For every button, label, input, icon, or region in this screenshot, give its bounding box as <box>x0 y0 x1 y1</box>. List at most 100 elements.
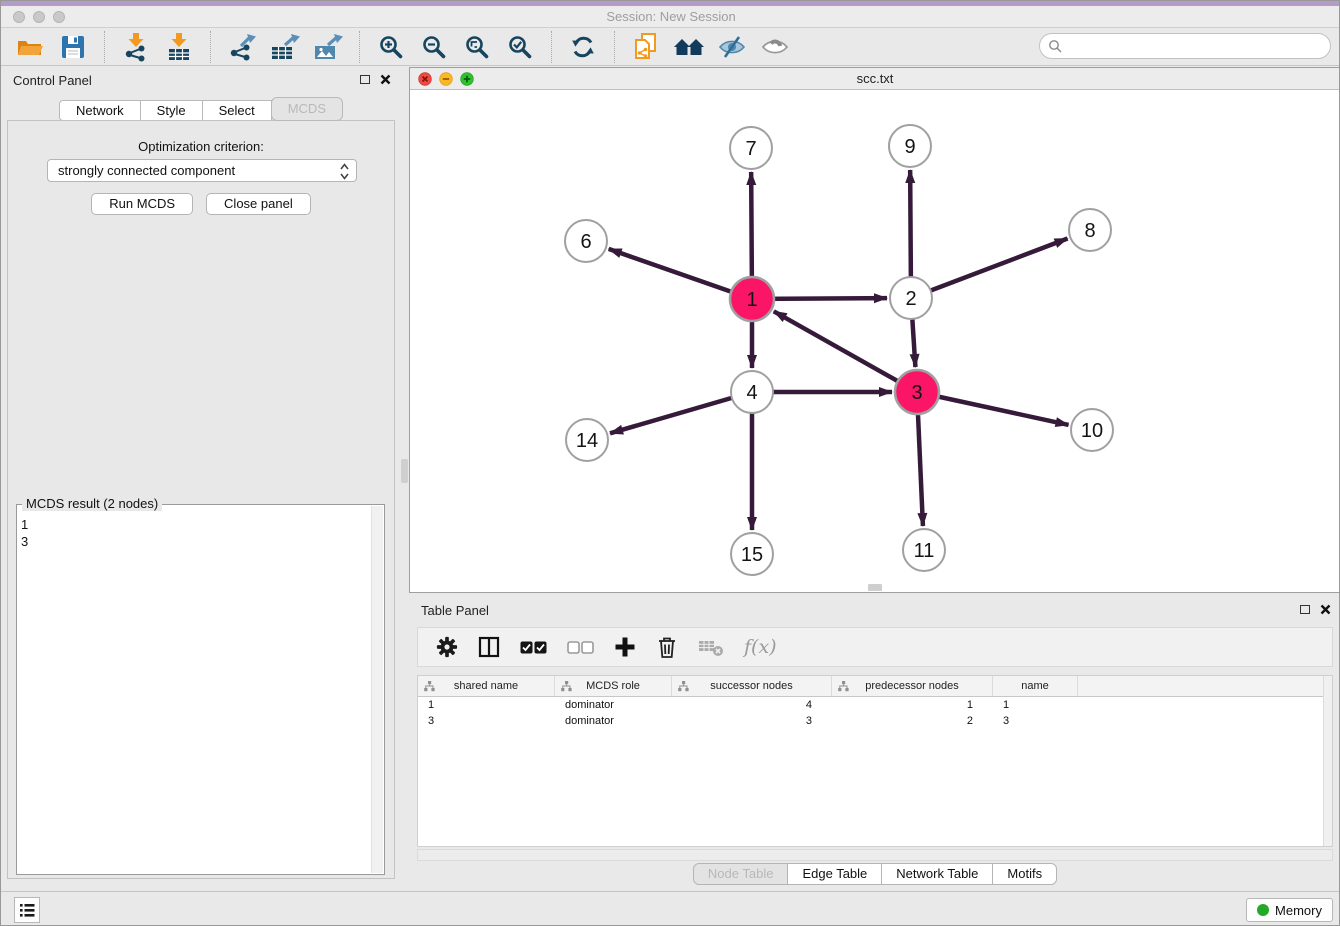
memory-status-icon <box>1257 904 1269 916</box>
tab-edge-table[interactable]: Edge Table <box>787 863 882 885</box>
select-all-icon[interactable] <box>520 641 547 654</box>
mcds-result-text[interactable]: 1 3 <box>21 516 28 550</box>
status-bar: Memory <box>1 891 1340 926</box>
table-row: 1dominator411 <box>418 697 1332 713</box>
tab-network-table[interactable]: Network Table <box>881 863 993 885</box>
table-panel: Table Panel <box>409 597 1340 887</box>
cell-MCDS-role[interactable]: dominator <box>555 697 672 713</box>
delete-table-icon[interactable] <box>698 636 724 658</box>
eye-slash-icon[interactable] <box>715 31 749 63</box>
search-input[interactable] <box>1039 33 1331 59</box>
tab-select[interactable]: Select <box>202 100 272 121</box>
delete-row-icon[interactable] <box>656 635 678 659</box>
cell-successor-nodes[interactable]: 3 <box>672 713 832 729</box>
cell-name[interactable]: 1 <box>993 697 1078 713</box>
houses-icon[interactable] <box>672 31 706 63</box>
tab-mcds[interactable]: MCDS <box>271 97 343 121</box>
column-header-shared-name[interactable]: shared name <box>418 676 555 696</box>
graph-node-label-7: 7 <box>745 138 756 160</box>
settings-gear-icon[interactable] <box>436 636 458 658</box>
graph-node-label-4: 4 <box>746 382 757 404</box>
table-tabs: Node TableEdge TableNetwork TableMotifs <box>409 863 1340 885</box>
zoom-selected-icon[interactable] <box>503 31 537 63</box>
float-panel-icon[interactable] <box>1300 605 1310 614</box>
tab-node-table[interactable]: Node Table <box>693 863 789 885</box>
cell-shared-name[interactable]: 3 <box>418 713 555 729</box>
function-builder-icon[interactable]: f(x) <box>744 636 777 658</box>
graph-node-label-14: 14 <box>576 430 598 452</box>
deselect-all-icon[interactable] <box>567 641 594 654</box>
splitter-grip[interactable] <box>401 459 408 483</box>
zoom-in-icon[interactable] <box>374 31 408 63</box>
graph-node-label-2: 2 <box>905 288 916 310</box>
close-panel-icon[interactable] <box>380 74 391 85</box>
tab-network[interactable]: Network <box>59 100 141 121</box>
graph-node-label-8: 8 <box>1084 220 1095 242</box>
list-icon <box>19 903 35 918</box>
network-window-title: scc.txt <box>410 68 1340 90</box>
table-horizontal-scrollbar[interactable] <box>417 849 1333 861</box>
toolbar-separator <box>614 31 615 63</box>
window-title: Session: New Session <box>1 6 1340 28</box>
import-network-icon[interactable] <box>119 31 153 63</box>
open-file-icon[interactable] <box>13 31 47 63</box>
search-icon <box>1048 39 1062 53</box>
cell-predecessor-nodes[interactable]: 2 <box>832 713 993 729</box>
toolbar-separator <box>104 31 105 63</box>
cell-successor-nodes[interactable]: 4 <box>672 697 832 713</box>
graph-node-label-1: 1 <box>746 289 757 311</box>
export-network-icon[interactable] <box>225 31 259 63</box>
column-header-predecessor-nodes[interactable]: predecessor nodes <box>832 676 993 696</box>
export-image-icon[interactable] <box>311 31 345 63</box>
float-panel-icon[interactable] <box>360 75 370 84</box>
add-row-icon[interactable] <box>614 636 636 658</box>
network-window-titlebar: scc.txt <box>410 68 1340 90</box>
close-panel-button[interactable]: Close panel <box>206 193 311 215</box>
window-resize-grip[interactable] <box>868 584 882 591</box>
toggle-columns-icon[interactable] <box>478 636 500 658</box>
tab-style[interactable]: Style <box>140 100 203 121</box>
close-panel-icon[interactable] <box>1320 604 1331 615</box>
tab-motifs[interactable]: Motifs <box>992 863 1057 885</box>
zoom-out-icon[interactable] <box>417 31 451 63</box>
graph-node-label-11: 11 <box>914 540 935 562</box>
toolbar-separator <box>359 31 360 63</box>
column-header-successor-nodes[interactable]: successor nodes <box>672 676 832 696</box>
edge-3-1[interactable] <box>774 311 917 392</box>
network-canvas[interactable]: 7968124314101511 <box>410 90 1340 592</box>
mcds-result-box: MCDS result (2 nodes) 1 3 <box>16 496 385 875</box>
export-table-icon[interactable] <box>268 31 302 63</box>
column-header-name[interactable]: name <box>993 676 1078 696</box>
memory-button[interactable]: Memory <box>1246 898 1333 922</box>
graph-node-label-15: 15 <box>741 544 763 566</box>
app-window: Session: New Session <box>0 0 1340 926</box>
graph-node-label-10: 10 <box>1081 420 1103 442</box>
zoom-fit-icon[interactable] <box>460 31 494 63</box>
edge-2-8[interactable] <box>911 239 1068 298</box>
edge-4-14[interactable] <box>610 392 752 433</box>
refresh-icon[interactable] <box>566 31 600 63</box>
criterion-select[interactable]: strongly connected component <box>47 159 357 182</box>
control-panel-tabs: NetworkStyleSelectMCDS <box>1 97 401 121</box>
optimization-criterion-label: Optimization criterion: <box>8 139 394 154</box>
mcds-panel: Optimization criterion: strongly connect… <box>7 120 395 879</box>
table-vertical-scrollbar[interactable] <box>1323 676 1332 846</box>
eye-icon[interactable] <box>758 31 792 63</box>
cell-shared-name[interactable]: 1 <box>418 697 555 713</box>
mcds-result-scrollbar[interactable] <box>371 506 383 873</box>
edge-3-10[interactable] <box>917 392 1069 425</box>
control-panel-title: Control Panel <box>13 73 92 88</box>
import-table-icon[interactable] <box>162 31 196 63</box>
column-header-MCDS-role[interactable]: MCDS role <box>555 676 672 696</box>
search-container <box>1039 33 1331 59</box>
select-stepper-icon <box>340 163 349 180</box>
run-mcds-button[interactable]: Run MCDS <box>91 193 193 215</box>
control-panel: Control Panel NetworkStyleSelectMCDS Opt… <box>1 67 401 887</box>
save-session-icon[interactable] <box>56 31 90 63</box>
cell-MCDS-role[interactable]: dominator <box>555 713 672 729</box>
task-history-button[interactable] <box>14 897 40 923</box>
memory-label: Memory <box>1275 903 1322 918</box>
cell-name[interactable]: 3 <box>993 713 1078 729</box>
cell-predecessor-nodes[interactable]: 1 <box>832 697 993 713</box>
clone-network-icon[interactable] <box>629 31 663 63</box>
